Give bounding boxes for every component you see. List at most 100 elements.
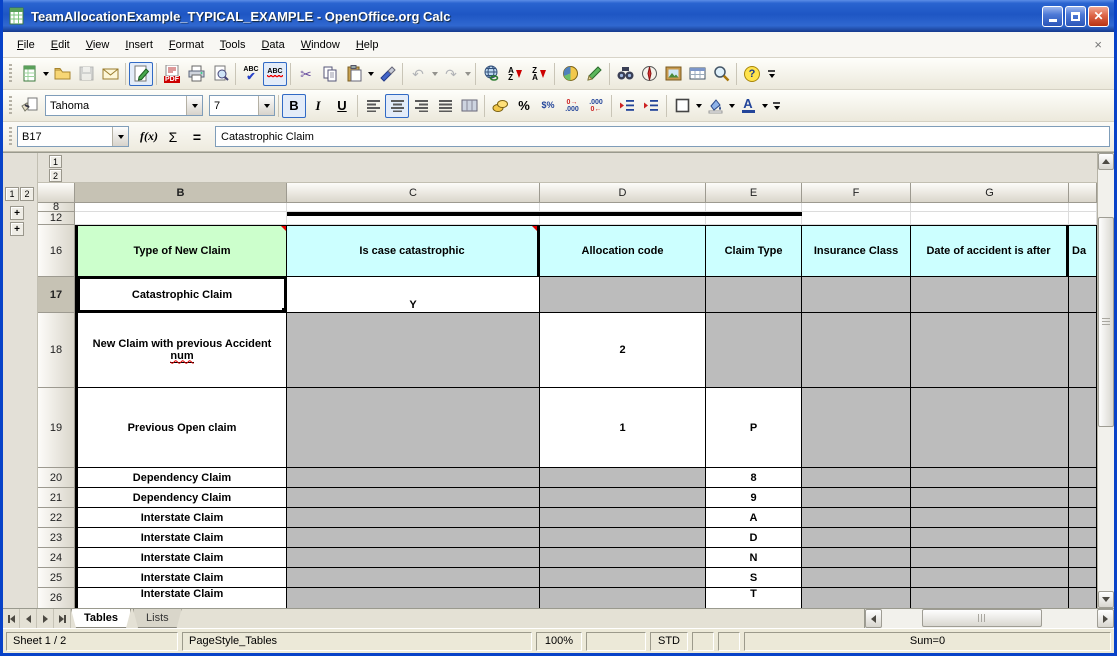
close-button[interactable]: ✕: [1088, 6, 1109, 27]
row-header-12[interactable]: 12: [38, 212, 75, 225]
cell-F23[interactable]: [802, 528, 911, 548]
font-name-input[interactable]: [46, 96, 186, 115]
find-replace-button[interactable]: [613, 62, 637, 86]
status-selection-mode[interactable]: STD: [650, 632, 688, 651]
cell-E18[interactable]: [706, 313, 802, 388]
cell-E20[interactable]: 8: [706, 468, 802, 488]
cell-G21[interactable]: [911, 488, 1069, 508]
first-sheet-button[interactable]: [3, 609, 20, 628]
cell-H24[interactable]: [1069, 548, 1097, 568]
cell-D17[interactable]: [540, 277, 706, 313]
status-insert-mode[interactable]: [586, 632, 646, 651]
align-center-button[interactable]: [385, 94, 409, 118]
cell-D21[interactable]: [540, 488, 706, 508]
toolbar-grip[interactable]: [8, 127, 13, 147]
menu-insert[interactable]: Insert: [117, 35, 161, 55]
row-header-20[interactable]: 20: [38, 468, 75, 488]
insert-chart-button[interactable]: [558, 62, 582, 86]
underline-button[interactable]: U: [330, 94, 354, 118]
redo-button[interactable]: ↷: [439, 62, 463, 86]
toolbar-overflow-button[interactable]: [768, 70, 775, 78]
sort-descending-button[interactable]: ZA: [527, 62, 551, 86]
cell-C16[interactable]: Is case catastrophic: [287, 225, 540, 277]
name-box-dropdown[interactable]: [112, 127, 128, 146]
horizontal-scroll-thumb[interactable]: [922, 609, 1042, 627]
cell-H8[interactable]: [1069, 203, 1097, 212]
number-format-currency-button[interactable]: [488, 94, 512, 118]
auto-spellcheck-button[interactable]: ABC: [263, 62, 287, 86]
navigator-button[interactable]: [637, 62, 661, 86]
row-outline-level-1-button[interactable]: 1: [5, 187, 19, 201]
borders-button[interactable]: [670, 94, 694, 118]
cell-G17[interactable]: [911, 277, 1069, 313]
cell-E25[interactable]: S: [706, 568, 802, 588]
align-right-button[interactable]: [409, 94, 433, 118]
paste-button[interactable]: [342, 62, 366, 86]
cell-C19[interactable]: [287, 388, 540, 468]
close-document-icon[interactable]: ×: [1088, 37, 1108, 52]
status-sum[interactable]: Sum=0: [744, 632, 1111, 651]
cell-F12[interactable]: [802, 212, 911, 225]
add-decimal-place-button[interactable]: 0→.000: [560, 94, 584, 118]
cell-H22[interactable]: [1069, 508, 1097, 528]
cell-F19[interactable]: [802, 388, 911, 468]
column-header-C[interactable]: C: [287, 183, 540, 203]
cell-F25[interactable]: [802, 568, 911, 588]
cell-B8[interactable]: [75, 203, 287, 212]
cell-D26[interactable]: [540, 588, 706, 608]
row-header-18[interactable]: 18: [38, 313, 75, 388]
scroll-up-button[interactable]: [1098, 153, 1114, 170]
menu-data[interactable]: Data: [253, 35, 292, 55]
column-header-G[interactable]: G: [911, 183, 1069, 203]
row-header-22[interactable]: 22: [38, 508, 75, 528]
open-button[interactable]: [50, 62, 74, 86]
cell-B21[interactable]: Dependency Claim: [75, 488, 287, 508]
title-bar[interactable]: TeamAllocationExample_TYPICAL_EXAMPLE - …: [3, 0, 1114, 32]
cell-D20[interactable]: [540, 468, 706, 488]
cell-reference-input[interactable]: [18, 127, 112, 146]
font-color-button[interactable]: A: [736, 94, 760, 118]
cell-D23[interactable]: [540, 528, 706, 548]
cell-B26[interactable]: Interstate Claim: [75, 588, 287, 608]
cell-H16[interactable]: Da: [1069, 225, 1097, 277]
cell-G22[interactable]: [911, 508, 1069, 528]
cell-H20[interactable]: [1069, 468, 1097, 488]
hyperlink-button[interactable]: [479, 62, 503, 86]
cell-E8[interactable]: [706, 203, 802, 212]
cell-F16[interactable]: Insurance Class: [802, 225, 911, 277]
decrease-indent-button[interactable]: [615, 94, 639, 118]
increase-indent-button[interactable]: [639, 94, 663, 118]
cell-B22[interactable]: Interstate Claim: [75, 508, 287, 528]
row-header-16[interactable]: 16: [38, 225, 75, 277]
row-header-8[interactable]: 8: [38, 203, 75, 212]
font-size-combo[interactable]: [209, 95, 275, 116]
column-header-E[interactable]: E: [706, 183, 802, 203]
name-box[interactable]: [17, 126, 129, 147]
cell-C8[interactable]: [287, 203, 540, 212]
cell-E17[interactable]: [706, 277, 802, 313]
undo-button[interactable]: ↶: [406, 62, 430, 86]
new-dropdown[interactable]: [41, 62, 50, 86]
cell-D19[interactable]: 1: [540, 388, 706, 468]
vertical-scrollbar[interactable]: [1097, 153, 1114, 608]
expand-group-button[interactable]: +: [10, 206, 24, 220]
column-outline-level-2-button[interactable]: 2: [49, 169, 62, 182]
cell-G19[interactable]: [911, 388, 1069, 468]
input-line[interactable]: [215, 126, 1110, 147]
formula-input[interactable]: [216, 127, 1109, 146]
cell-B19[interactable]: Previous Open claim: [75, 388, 287, 468]
format-paintbrush-button[interactable]: [375, 62, 399, 86]
cell-C17[interactable]: Y: [287, 277, 540, 313]
cell-H21[interactable]: [1069, 488, 1097, 508]
cell-G16[interactable]: Date of accident is after: [911, 225, 1069, 277]
menu-edit[interactable]: Edit: [43, 35, 78, 55]
cell-E22[interactable]: A: [706, 508, 802, 528]
horizontal-scroll-track[interactable]: [882, 609, 1097, 628]
cell-F8[interactable]: [802, 203, 911, 212]
cell-B20[interactable]: Dependency Claim: [75, 468, 287, 488]
borders-dropdown[interactable]: [694, 94, 703, 118]
cell-E19[interactable]: P: [706, 388, 802, 468]
status-sheet-info[interactable]: Sheet 1 / 2: [6, 632, 178, 651]
column-header-partial[interactable]: [1069, 183, 1097, 203]
font-name-combo[interactable]: [45, 95, 203, 116]
